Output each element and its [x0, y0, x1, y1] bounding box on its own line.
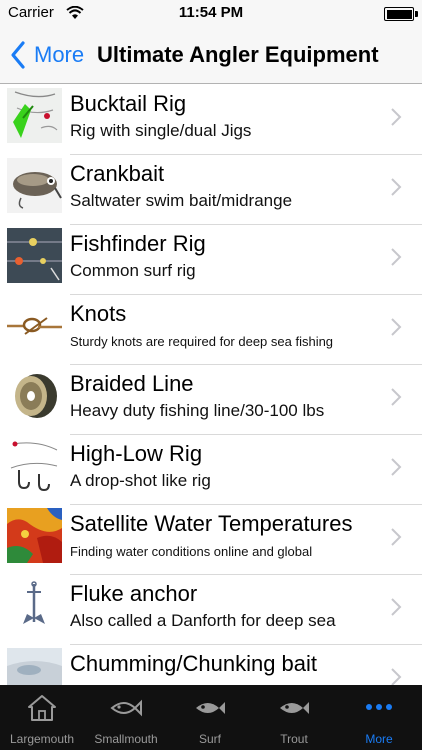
item-title: Chumming/Chunking bait	[70, 651, 318, 676]
fish-icon	[280, 702, 309, 714]
chevron-right-icon	[391, 318, 402, 336]
list-item[interactable]: Bucktail Rig Rig with single/dual Jigs	[0, 85, 422, 155]
tab-bar: Largemouth Smallmouth Surf Trout More	[0, 685, 422, 750]
equipment-list: Bucktail Rig Rig with single/dual Jigs C…	[0, 85, 422, 685]
fishfinder-rig-thumbnail	[7, 228, 62, 283]
list-item[interactable]: High-Low Rig A drop-shot like rig	[0, 435, 422, 505]
fish-icon	[196, 702, 225, 714]
item-subtitle: Saltwater swim bait/midrange	[70, 191, 293, 210]
page-title: Ultimate Angler Equipment	[97, 42, 379, 67]
clock: 11:54 PM	[178, 4, 244, 21]
item-subtitle: Rig with single/dual Jigs	[70, 121, 252, 140]
chevron-right-icon	[391, 248, 402, 266]
list-item[interactable]: Satellite Water Temperatures Finding wat…	[0, 505, 422, 575]
tab-largemouth[interactable]: Largemouth	[0, 685, 84, 750]
item-title: Fluke anchor	[70, 581, 198, 606]
item-title: Knots	[70, 301, 127, 326]
item-subtitle: Also called a Danforth for deep sea	[70, 611, 336, 630]
tab-label: More	[365, 732, 393, 746]
chum-bait-thumbnail	[7, 648, 62, 685]
tab-surf[interactable]: Surf	[168, 685, 252, 750]
chevron-right-icon	[391, 528, 402, 546]
status-bar: Carrier 11:54 PM	[0, 0, 422, 28]
chevron-right-icon	[391, 108, 402, 126]
chevron-left-icon	[11, 41, 25, 69]
item-subtitle: Finding water conditions online and glob…	[70, 544, 313, 559]
fluke-anchor-thumbnail	[7, 578, 62, 633]
item-title: Fishfinder Rig	[70, 231, 206, 256]
list-item[interactable]: Knots Sturdy knots are required for deep…	[0, 295, 422, 365]
tab-label: Largemouth	[9, 732, 75, 746]
high-low-rig-thumbnail	[7, 438, 62, 493]
tab-trout[interactable]: Trout	[252, 685, 336, 750]
braided-line-thumbnail	[7, 368, 62, 423]
chevron-right-icon	[391, 598, 402, 616]
item-title: Bucktail Rig	[70, 91, 187, 116]
fish-icon	[110, 699, 142, 717]
tab-smallmouth[interactable]: Smallmouth	[84, 685, 168, 750]
list-item[interactable]: Fishfinder Rig Common surf rig	[0, 225, 422, 295]
satellite-map-thumbnail	[7, 508, 62, 563]
item-subtitle: Common surf rig	[70, 261, 196, 280]
chevron-right-icon	[391, 458, 402, 476]
battery-nub	[415, 11, 418, 17]
item-title: High-Low Rig	[70, 441, 203, 466]
back-label: More	[34, 42, 85, 67]
crankbait-thumbnail	[7, 158, 62, 213]
chevron-right-icon	[391, 388, 402, 406]
item-title: Braided Line	[70, 371, 194, 396]
list-item[interactable]: Chumming/Chunking bait	[0, 645, 422, 685]
bucktail-rig-thumbnail	[7, 88, 62, 143]
chevron-right-icon	[391, 668, 402, 685]
item-subtitle: A drop-shot like rig	[70, 471, 211, 490]
item-subtitle: Sturdy knots are required for deep sea f…	[70, 334, 334, 349]
back-button[interactable]: More	[8, 38, 84, 72]
navigation-bar: More Ultimate Angler Equipment	[0, 28, 422, 84]
item-title: Satellite Water Temperatures	[70, 511, 353, 536]
house-icon	[28, 695, 56, 721]
tab-label: Trout	[280, 732, 308, 746]
list-item[interactable]: Crankbait Saltwater swim bait/midrange	[0, 155, 422, 225]
list-item[interactable]: Braided Line Heavy duty fishing line/30-…	[0, 365, 422, 435]
item-subtitle: Heavy duty fishing line/30-100 lbs	[70, 401, 325, 420]
more-dots-icon	[366, 704, 392, 710]
tab-more[interactable]: More	[336, 685, 422, 750]
knots-thumbnail	[7, 298, 62, 353]
chevron-right-icon	[391, 178, 402, 196]
tab-label: Surf	[198, 732, 221, 746]
battery-icon	[384, 7, 414, 21]
tab-label: Smallmouth	[94, 732, 158, 746]
list-item[interactable]: Fluke anchor Also called a Danforth for …	[0, 575, 422, 645]
item-title: Crankbait	[70, 161, 165, 186]
